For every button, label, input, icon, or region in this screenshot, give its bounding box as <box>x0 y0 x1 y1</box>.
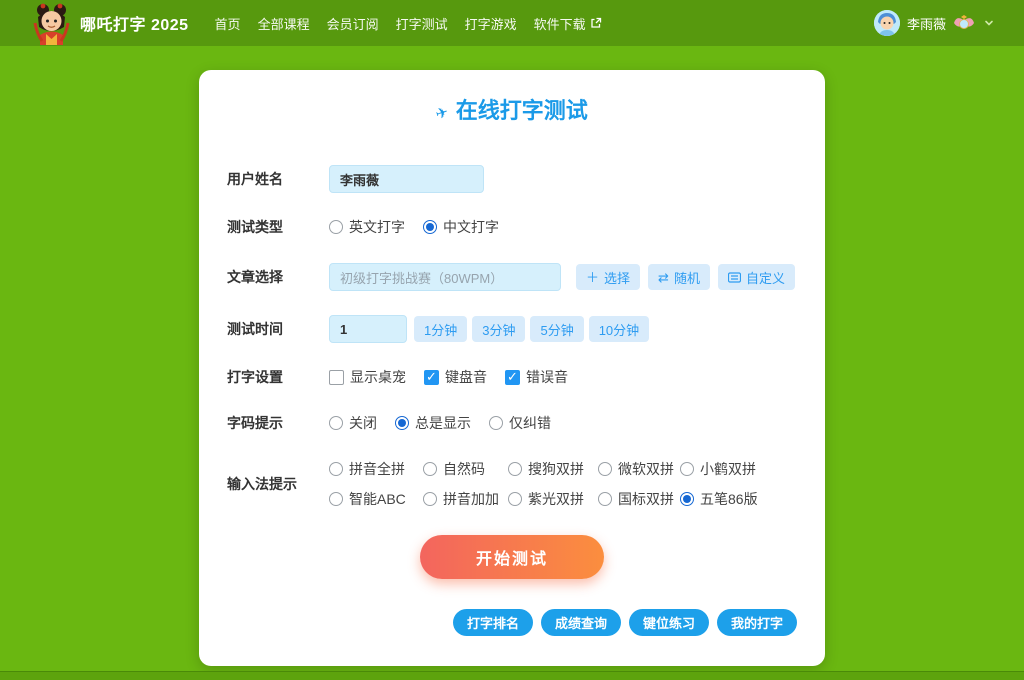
article-custom-button[interactable]: 自定义 <box>717 264 795 290</box>
option-show-desktop-pet[interactable]: 显示桌宠 <box>329 367 406 387</box>
option-keyboard-sound[interactable]: 键盘音 <box>424 367 487 387</box>
user-avatar[interactable] <box>873 10 900 36</box>
option-ziguang-shuangpin[interactable]: 紫光双拼 <box>508 489 598 509</box>
nav-links: 首页 全部课程 会员订阅 打字测试 打字游戏 软件下载 <box>215 14 602 33</box>
option-hint-always[interactable]: 总是显示 <box>395 413 471 433</box>
option-ziranma[interactable]: 自然码 <box>423 459 508 479</box>
page: 哪吒打字 2025 首页 全部课程 会员订阅 打字测试 打字游戏 软件下载 李雨… <box>0 0 1024 680</box>
radio-icon <box>329 462 343 476</box>
radio-icon <box>423 492 437 506</box>
article-buttons: ＋ 选择 ⇄ 随机 自定义 <box>576 264 795 290</box>
username-input[interactable] <box>329 165 484 193</box>
option-chinese-typing[interactable]: 中文打字 <box>423 217 499 237</box>
duration-presets: 1分钟 3分钟 5分钟 10分钟 <box>414 316 650 342</box>
preset-3min-button[interactable]: 3分钟 <box>472 316 526 342</box>
keyboard-icon <box>727 271 741 283</box>
form-row-article: 文章选择 ＋ 选择 ⇄ 随机 自定义 <box>227 263 797 291</box>
nav-item-software-download[interactable]: 软件下载 <box>534 14 602 33</box>
article-label: 文章选择 <box>227 269 283 285</box>
option-error-sound[interactable]: 错误音 <box>505 367 568 387</box>
radio-icon-selected <box>680 492 694 506</box>
form-row-hint: 字码提示 关闭 总是显示 仅纠错 <box>227 413 797 433</box>
plus-icon: ＋ <box>586 269 600 285</box>
radio-icon <box>329 220 343 234</box>
radio-icon-selected <box>395 416 409 430</box>
option-pinyin-quanpin[interactable]: 拼音全拼 <box>329 459 423 479</box>
duration-input[interactable] <box>329 315 407 343</box>
radio-icon <box>508 462 522 476</box>
preset-1min-button[interactable]: 1分钟 <box>414 316 468 342</box>
brand-title[interactable]: 哪吒打字 2025 <box>80 11 189 35</box>
option-xiaohe-shuangpin[interactable]: 小鹤双拼 <box>680 459 758 479</box>
footer-strip <box>0 671 1024 680</box>
ime-label: 输入法提示 <box>227 476 297 492</box>
article-select-button[interactable]: ＋ 选择 <box>576 264 641 290</box>
nav-item-courses[interactable]: 全部课程 <box>258 14 310 33</box>
nav-item-typing-games[interactable]: 打字游戏 <box>465 14 517 33</box>
typing-ranking-button[interactable]: 打字排名 <box>452 609 533 636</box>
user-name[interactable]: 李雨薇 <box>907 14 946 33</box>
radio-icon <box>680 462 694 476</box>
option-hint-off[interactable]: 关闭 <box>329 413 377 433</box>
form-row-test-type: 测试类型 英文打字 中文打字 <box>227 217 797 237</box>
paper-plane-icon: ✈ <box>433 103 451 124</box>
checkbox-icon <box>329 369 344 385</box>
checkbox-icon-checked <box>505 369 520 385</box>
key-practice-button[interactable]: 键位练习 <box>628 609 709 636</box>
my-typing-button[interactable]: 我的打字 <box>716 609 797 636</box>
navbar: 哪吒打字 2025 首页 全部课程 会员订阅 打字测试 打字游戏 软件下载 李雨… <box>0 0 1024 46</box>
radio-icon <box>598 462 612 476</box>
option-microsoft-shuangpin[interactable]: 微软双拼 <box>598 459 680 479</box>
radio-icon <box>329 492 343 506</box>
nav-item-home[interactable]: 首页 <box>215 14 241 33</box>
duration-label: 测试时间 <box>227 321 283 337</box>
option-hint-correct-only[interactable]: 仅纠错 <box>489 413 551 433</box>
option-english-typing[interactable]: 英文打字 <box>329 217 405 237</box>
option-wubi-86[interactable]: 五笔86版 <box>680 489 758 509</box>
typing-test-card: ✈在线打字测试 用户姓名 测试类型 英文打字 中文打字 文章选择 <box>199 70 825 666</box>
nezha-logo-icon[interactable] <box>30 1 72 45</box>
username-label: 用户姓名 <box>227 171 283 187</box>
vip-badge-icon <box>954 15 974 29</box>
article-input[interactable] <box>329 263 561 291</box>
checkbox-icon-checked <box>424 369 439 385</box>
option-zhineng-abc[interactable]: 智能ABC <box>329 489 423 509</box>
start-test-button[interactable]: 开始测试 <box>420 535 604 579</box>
option-sogou-shuangpin[interactable]: 搜狗双拼 <box>508 459 598 479</box>
form-row-ime: 输入法提示 拼音全拼 自然码 搜狗双拼 微软双拼 小鹤双拼 智能ABC 拼音加加… <box>227 459 797 509</box>
ime-options: 拼音全拼 自然码 搜狗双拼 微软双拼 小鹤双拼 智能ABC 拼音加加 紫光双拼 … <box>329 459 758 509</box>
nav-item-membership[interactable]: 会员订阅 <box>327 14 379 33</box>
form-row-username: 用户姓名 <box>227 165 797 193</box>
radio-icon <box>508 492 522 506</box>
radio-icon <box>329 416 343 430</box>
chevron-down-icon[interactable] <box>984 18 994 28</box>
form-row-settings: 打字设置 显示桌宠 键盘音 错误音 <box>227 367 797 387</box>
settings-label: 打字设置 <box>227 369 283 385</box>
preset-10min-button[interactable]: 10分钟 <box>588 316 650 342</box>
hint-label: 字码提示 <box>227 415 283 431</box>
radio-icon-selected <box>423 220 437 234</box>
radio-icon <box>598 492 612 506</box>
option-guobiao-shuangpin[interactable]: 国标双拼 <box>598 489 680 509</box>
option-pinyin-jiajia[interactable]: 拼音加加 <box>423 489 508 509</box>
article-random-button[interactable]: ⇄ 随机 <box>648 264 710 290</box>
nav-item-label: 软件下载 <box>533 16 586 32</box>
test-type-label: 测试类型 <box>227 219 283 235</box>
quick-links: 打字排名 成绩查询 键位练习 我的打字 <box>227 609 797 636</box>
radio-icon <box>489 416 503 430</box>
external-link-icon <box>590 17 601 28</box>
page-title: ✈ 在线打字测试 <box>227 96 797 129</box>
swap-icon: ⇄ <box>658 269 669 285</box>
preset-5min-button[interactable]: 5分钟 <box>530 316 584 342</box>
form-row-duration: 测试时间 1分钟 3分钟 5分钟 10分钟 <box>227 315 797 343</box>
radio-icon <box>423 462 437 476</box>
user-menu: 李雨薇 <box>873 10 994 36</box>
score-query-button[interactable]: 成绩查询 <box>540 609 621 636</box>
nav-item-typing-test[interactable]: 打字测试 <box>396 14 448 33</box>
